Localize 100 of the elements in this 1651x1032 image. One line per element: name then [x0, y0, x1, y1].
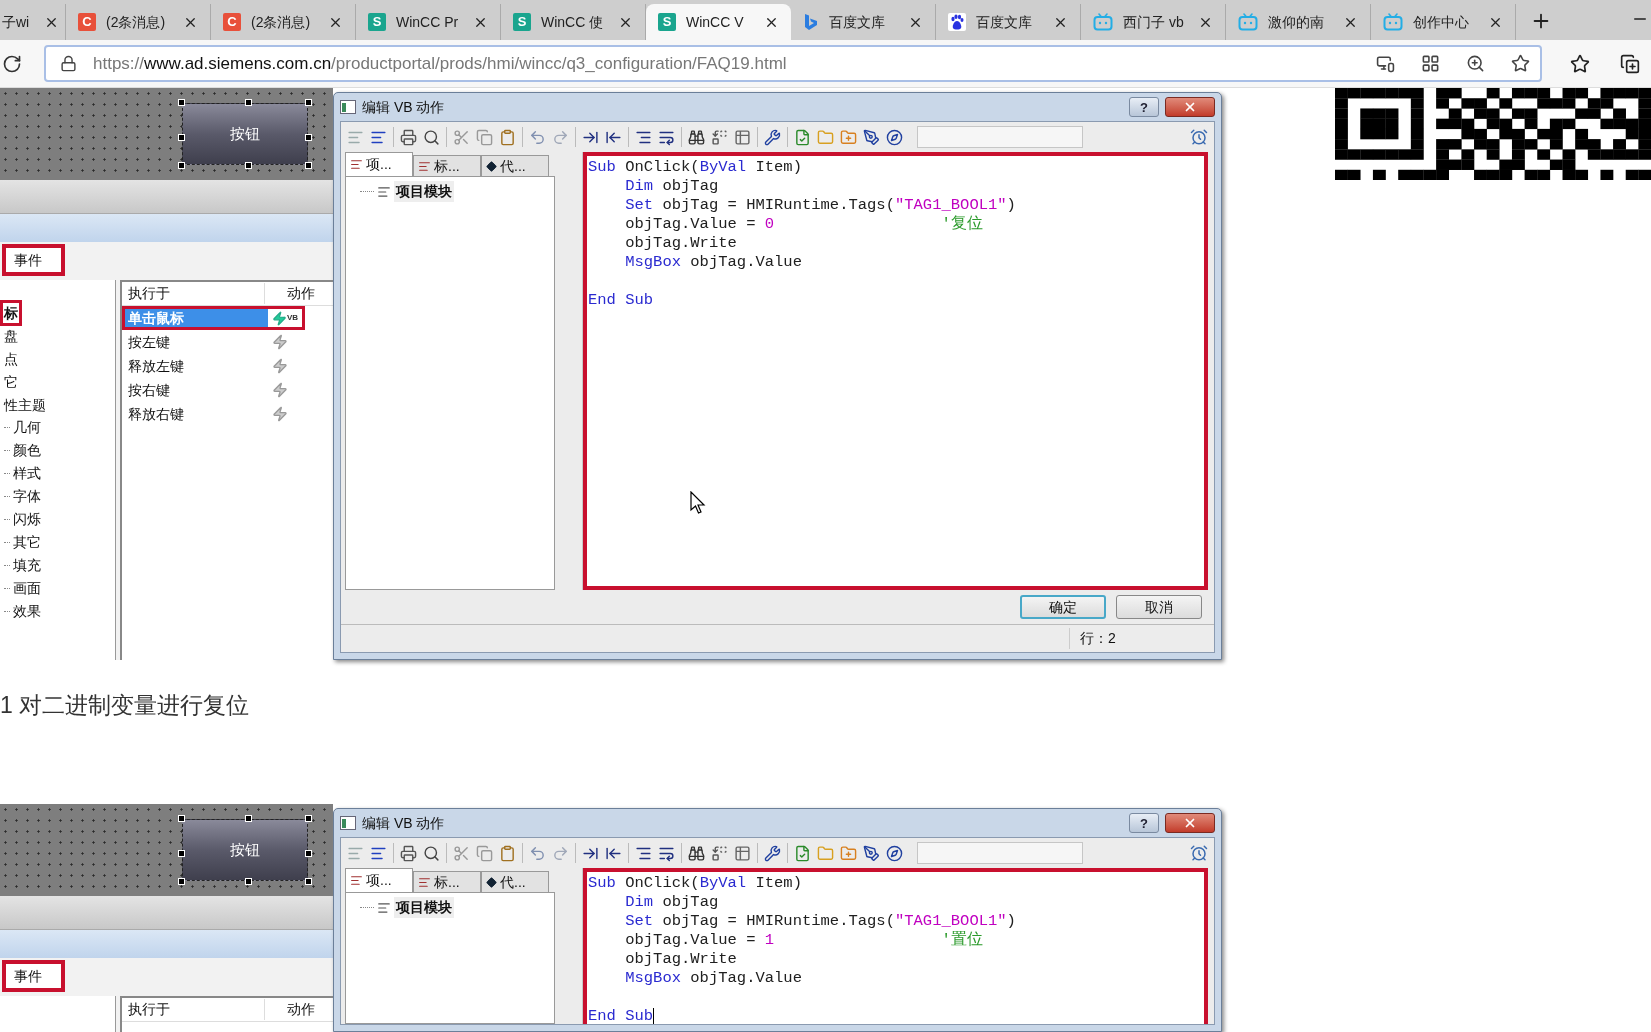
wrench-icon[interactable]: [764, 844, 781, 862]
tree-item[interactable]: 几何: [12, 417, 42, 438]
pen-icon[interactable]: [863, 844, 880, 862]
selection-handle[interactable]: [305, 134, 312, 141]
event-row[interactable]: 释放右键: [122, 402, 305, 426]
dialog-button[interactable]: 确定: [1020, 595, 1106, 619]
clipboard-icon[interactable]: [499, 128, 516, 146]
pen-icon[interactable]: [863, 128, 880, 146]
tree-item[interactable]: 字体: [12, 486, 42, 507]
site-icon: C: [223, 13, 241, 31]
undo-icon[interactable]: [529, 844, 546, 862]
tree-item[interactable]: 项目模块: [394, 181, 454, 202]
tree-item[interactable]: 画面: [12, 578, 42, 599]
events-tab[interactable]: 事件: [2, 960, 65, 992]
binoculars-icon[interactable]: [688, 844, 705, 862]
tree-item[interactable]: 效果: [12, 601, 42, 622]
file-check-icon[interactable]: [794, 128, 811, 146]
selection-handle[interactable]: [305, 850, 312, 857]
selection-handle[interactable]: [305, 99, 312, 106]
code-line: MsgBox objTag.Value: [624, 969, 802, 988]
column-header: 动作: [286, 284, 315, 303]
toolbar-field[interactable]: [917, 126, 1083, 148]
pane-tab[interactable]: 代...: [481, 155, 549, 176]
site-icon: C: [78, 13, 96, 31]
status-text: 行：2: [1069, 628, 1214, 649]
selection-handle[interactable]: [178, 162, 185, 169]
selection-handle[interactable]: [245, 878, 252, 885]
event-row[interactable]: 按右键: [122, 378, 305, 402]
close-button[interactable]: [1165, 97, 1215, 117]
selection-handle[interactable]: [178, 134, 185, 141]
selection-handle[interactable]: [178, 99, 185, 106]
binoculars-icon[interactable]: [688, 128, 705, 146]
event-row[interactable]: 单击鼠标 VB: [122, 306, 305, 330]
pane-tab[interactable]: 标...: [413, 155, 481, 176]
code-line: End Sub: [588, 291, 654, 310]
printer-icon[interactable]: [400, 844, 417, 862]
print-preview-icon[interactable]: [423, 128, 440, 146]
replace-icon[interactable]: [711, 844, 728, 862]
add-favorite-icon[interactable]: [1511, 54, 1530, 73]
close-button[interactable]: [1165, 813, 1215, 833]
help-button[interactable]: ?: [1129, 97, 1159, 117]
selection-handle[interactable]: [178, 850, 185, 857]
selection-handle[interactable]: [305, 878, 312, 885]
code-line: Dim objTag: [624, 893, 719, 912]
alarm-clock-icon[interactable]: [1190, 128, 1208, 146]
compass-icon[interactable]: [886, 128, 903, 146]
dialog-button[interactable]: 取消: [1116, 595, 1202, 619]
favorites-icon[interactable]: [1570, 53, 1590, 74]
address-bar[interactable]: https://www.ad.siemens.com.cn/productportal/prods/hmi/wincc/q3_configuration/FAQ19.html: [44, 45, 1542, 82]
apps-icon[interactable]: [1421, 54, 1440, 73]
column-header: 执行于: [122, 283, 265, 304]
event-row[interactable]: 按左键: [122, 330, 305, 354]
pane-tab[interactable]: 标...: [413, 871, 481, 892]
tree-item[interactable]: 闪烁: [12, 509, 42, 530]
selection-handle[interactable]: [245, 99, 252, 106]
pane-tab[interactable]: 代...: [481, 871, 549, 892]
site-icon: S: [658, 13, 676, 31]
printer-icon[interactable]: [400, 128, 417, 146]
pane-tab[interactable]: 项...: [345, 152, 413, 176]
code-line: Dim objTag: [624, 177, 719, 196]
undo-icon[interactable]: [529, 128, 546, 146]
alarm-clock-icon[interactable]: [1190, 844, 1208, 862]
tv-icon: [1093, 13, 1113, 31]
figure-caption: 1 对二进制变量进行复位: [0, 692, 250, 718]
pane-tab[interactable]: 项...: [345, 868, 413, 892]
table-icon[interactable]: [734, 844, 751, 862]
device-icon[interactable]: [1376, 54, 1395, 73]
folder-plus-icon[interactable]: [840, 844, 857, 862]
print-preview-icon[interactable]: [423, 844, 440, 862]
code-editor[interactable]: Sub OnClick(ByVal Item) Dim objTag Set objTag = HMIRuntime.Tags("TAG1_BOOL1") objTag.Value = 0 '复位 objTag.Write MsgBox objTag.Value End Sub: [583, 152, 1208, 590]
tree-item[interactable]: 标: [0, 299, 22, 326]
selection-handle[interactable]: [245, 162, 252, 169]
tree-item[interactable]: 项目模块: [394, 897, 454, 918]
browser-tab[interactable]: S WinCC V: [646, 4, 791, 40]
reload-icon[interactable]: [2, 53, 22, 74]
file-check-icon[interactable]: [794, 844, 811, 862]
collections-icon[interactable]: [1620, 53, 1640, 74]
toolbar-field[interactable]: [917, 842, 1083, 864]
selection-handle[interactable]: [178, 815, 185, 822]
tree-item[interactable]: 其它: [12, 532, 42, 553]
folder-plus-icon[interactable]: [840, 128, 857, 146]
code-editor[interactable]: Sub OnClick(ByVal Item) Dim objTag Set objTag = HMIRuntime.Tags("TAG1_BOOL1") objTag.Value = 1 '置位 objTag.Write MsgBox objTag.Value End Sub: [583, 868, 1208, 1024]
compass-icon[interactable]: [886, 844, 903, 862]
table-icon[interactable]: [734, 128, 751, 146]
lines-icon: [350, 158, 363, 171]
tree-item[interactable]: 样式: [12, 463, 42, 484]
help-button[interactable]: ?: [1129, 813, 1159, 833]
selection-handle[interactable]: [305, 815, 312, 822]
clipboard-icon[interactable]: [499, 844, 516, 862]
wrench-icon[interactable]: [764, 128, 781, 146]
events-tab[interactable]: 事件: [2, 244, 65, 276]
selection-handle[interactable]: [178, 878, 185, 885]
tree-item[interactable]: 颜色: [12, 440, 42, 461]
selection-handle[interactable]: [305, 162, 312, 169]
replace-icon[interactable]: [711, 128, 728, 146]
zoom-icon[interactable]: [1466, 54, 1485, 73]
event-row[interactable]: 释放左键: [122, 354, 305, 378]
tree-item[interactable]: 填充: [12, 555, 42, 576]
selection-handle[interactable]: [245, 815, 252, 822]
close-icon: [1183, 816, 1197, 830]
